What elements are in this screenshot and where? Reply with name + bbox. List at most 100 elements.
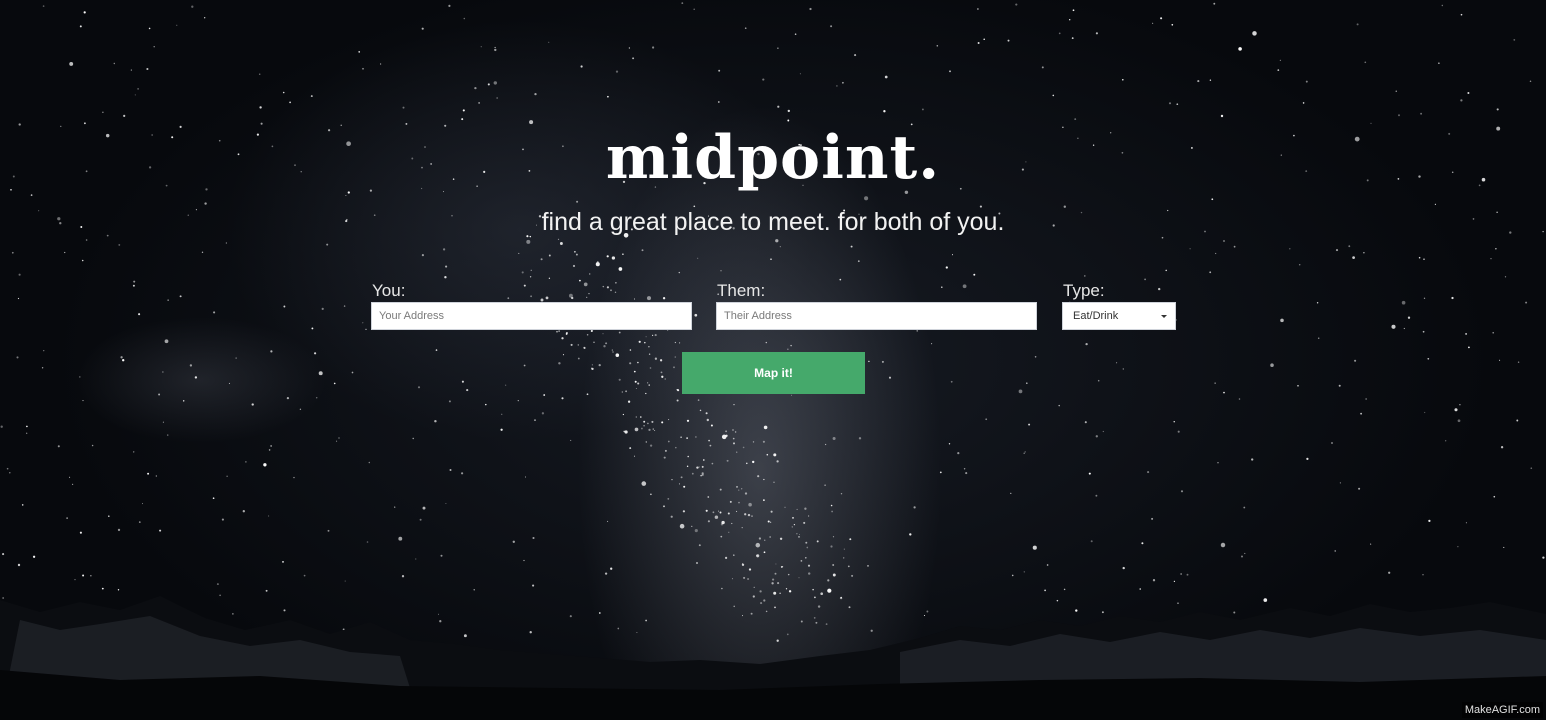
star: [775, 563, 777, 565]
star: [1074, 118, 1077, 121]
their-address-input[interactable]: [716, 302, 1037, 330]
star: [985, 418, 988, 421]
star: [708, 439, 710, 442]
star: [654, 357, 658, 360]
star: [461, 118, 464, 121]
star: [790, 394, 793, 396]
star: [123, 114, 126, 117]
star: [1457, 419, 1461, 423]
star: [6, 467, 9, 470]
star: [327, 529, 330, 532]
star: [591, 367, 594, 371]
star: [167, 299, 169, 301]
star: [769, 536, 771, 538]
star: [757, 475, 760, 478]
star: [732, 437, 735, 440]
star: [731, 522, 733, 525]
type-select[interactable]: Eat/Drink: [1062, 302, 1176, 330]
star: [705, 412, 708, 415]
star: [191, 5, 194, 8]
star: [615, 281, 617, 284]
star: [762, 78, 765, 81]
star: [738, 501, 740, 504]
star: [1090, 540, 1093, 543]
star: [807, 515, 810, 517]
star: [521, 271, 524, 274]
star: [1177, 430, 1180, 433]
star: [57, 445, 60, 448]
type-select-value: Eat/Drink: [1073, 310, 1119, 322]
star: [448, 400, 451, 403]
star: [523, 559, 525, 562]
star: [635, 416, 637, 418]
star: [148, 27, 151, 30]
star: [676, 399, 679, 402]
star: [777, 582, 780, 585]
star: [64, 251, 66, 254]
star: [43, 350, 45, 352]
star: [610, 289, 612, 292]
star: [779, 246, 781, 248]
star: [1032, 545, 1037, 550]
star: [394, 506, 396, 508]
star: [263, 463, 267, 467]
star: [228, 382, 230, 384]
star: [660, 371, 663, 374]
star: [752, 441, 755, 443]
star: [805, 541, 808, 544]
star: [268, 515, 270, 517]
star: [85, 239, 88, 241]
star: [245, 461, 247, 463]
star: [645, 441, 648, 443]
star: [11, 251, 14, 254]
star: [435, 349, 438, 351]
star: [299, 408, 302, 410]
star: [836, 85, 838, 87]
star: [1220, 542, 1226, 548]
star: [674, 341, 677, 344]
star: [884, 75, 888, 79]
map-it-button[interactable]: Map it!: [682, 352, 865, 394]
star: [622, 253, 624, 256]
star: [532, 584, 535, 587]
star: [1041, 66, 1044, 69]
star: [667, 497, 670, 500]
your-address-input[interactable]: [371, 302, 692, 330]
star: [707, 496, 710, 498]
star: [1173, 580, 1176, 583]
star: [1122, 79, 1124, 81]
star: [654, 429, 656, 432]
star: [756, 554, 760, 558]
star: [79, 25, 82, 28]
star: [1015, 3, 1018, 6]
star: [485, 403, 487, 406]
star: [741, 488, 743, 490]
star: [1525, 301, 1528, 304]
star: [1018, 389, 1023, 394]
star: [1445, 440, 1447, 442]
star: [487, 83, 490, 86]
star: [717, 101, 720, 103]
star: [732, 429, 734, 431]
star: [779, 537, 783, 540]
star: [799, 73, 801, 75]
star: [674, 356, 677, 358]
star: [358, 51, 361, 53]
star: [725, 434, 728, 437]
star: [69, 476, 71, 478]
star: [763, 478, 765, 481]
star: [412, 437, 414, 440]
star: [714, 515, 719, 519]
star: [733, 554, 735, 556]
star: [141, 503, 144, 505]
star: [1427, 357, 1430, 360]
star: [611, 256, 616, 260]
star: [283, 305, 286, 308]
star: [742, 563, 744, 565]
star: [921, 108, 924, 111]
star: [213, 311, 216, 314]
star: [108, 515, 110, 517]
star: [787, 109, 790, 113]
star: [71, 483, 74, 486]
star: [530, 269, 532, 271]
